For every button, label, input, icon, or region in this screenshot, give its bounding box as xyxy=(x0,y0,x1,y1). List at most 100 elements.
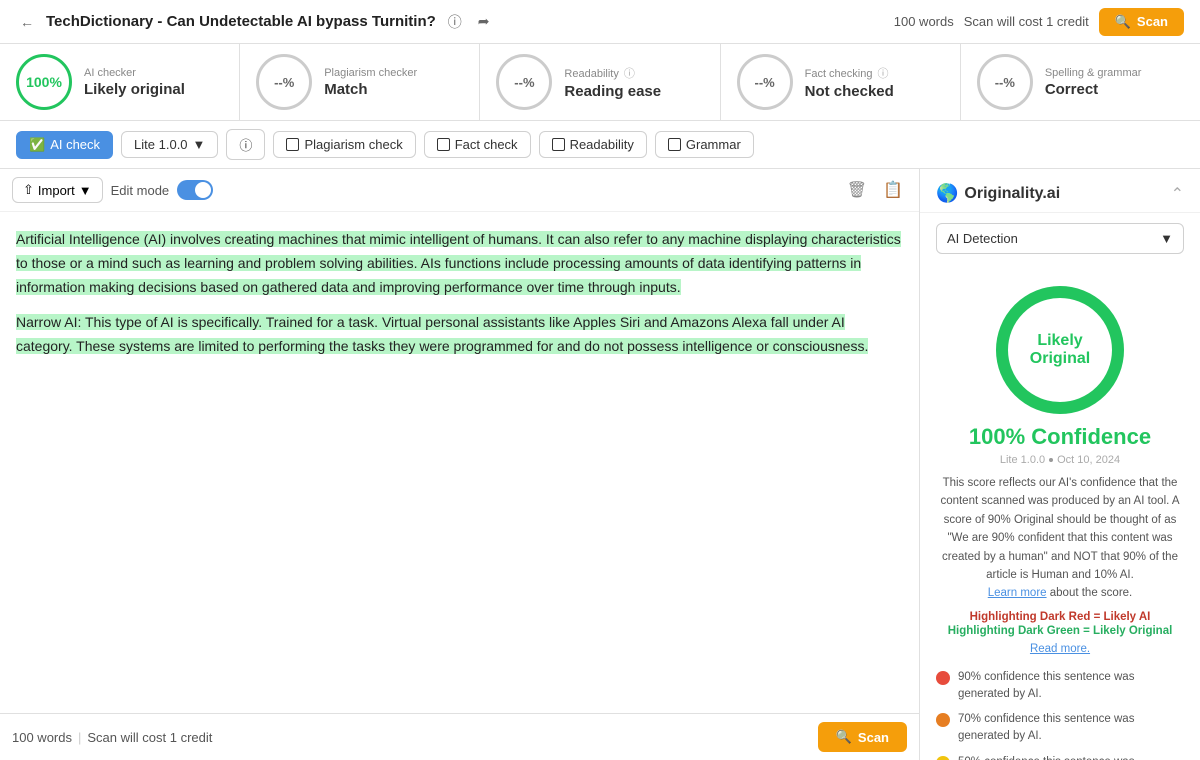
footer-info: 100 words | Scan will cost 1 credit xyxy=(12,730,212,745)
header: ← TechDictionary - Can Undetectable AI b… xyxy=(0,0,1200,44)
right-panel: 🌎 Originality.ai ⌃ AI Detection ▼ Likely… xyxy=(920,169,1200,760)
scan-icon: 🔍 xyxy=(1115,14,1131,30)
grammar-button[interactable]: Grammar xyxy=(655,131,754,158)
header-word-count: 100 words xyxy=(894,14,954,29)
confidence-text: 70% confidence this sentence was generat… xyxy=(958,711,1184,746)
ai-check-icon: ✅ xyxy=(29,137,45,153)
description-text: This score reflects our AI's confidence … xyxy=(920,474,1200,603)
spelling-sublabel: Spelling & grammar xyxy=(1045,67,1142,79)
ai-score-circle: 100% xyxy=(16,54,72,110)
chevron-down-icon: ▼ xyxy=(1160,231,1173,246)
confidence-text: 50% confidence this sentence was generat… xyxy=(958,754,1184,760)
ai-detection-dropdown[interactable]: AI Detection ▼ xyxy=(936,223,1184,254)
editor-toolbar-left: ⇧ Import ▼ Edit mode xyxy=(12,177,213,203)
checkbox-icon xyxy=(668,138,681,151)
ai-check-button[interactable]: ✅ AI check xyxy=(16,131,113,159)
confidence-dot xyxy=(936,713,950,727)
delete-icon[interactable]: 🗑 xyxy=(843,178,871,202)
header-left: ← TechDictionary - Can Undetectable AI b… xyxy=(16,10,494,34)
confidence-dot xyxy=(936,671,950,685)
header-cost-label: Scan will cost 1 credit xyxy=(964,14,1089,29)
confidence-item: 70% confidence this sentence was generat… xyxy=(936,711,1184,746)
readability-info-icon: ⓘ xyxy=(624,68,635,80)
checkbox-icon xyxy=(286,138,299,151)
footer-scan-button[interactable]: 🔍 Scan xyxy=(818,722,907,752)
readability-score-circle: --% xyxy=(496,54,552,110)
back-button[interactable]: ← xyxy=(16,12,38,32)
share-icon[interactable]: ➦ xyxy=(474,10,494,34)
editor-toolbar: ⇧ Import ▼ Edit mode 🗑 📋 xyxy=(0,169,919,212)
highlight-legend: Highlighting Dark Red = Likely AI Highli… xyxy=(920,603,1200,661)
ai-sublabel: AI checker xyxy=(84,67,185,79)
header-scan-button[interactable]: 🔍 Scan xyxy=(1099,8,1184,36)
score-cards-bar: 100% AI checker Likely original --% Plag… xyxy=(0,44,1200,121)
plagiarism-main-label: Match xyxy=(324,81,417,98)
info-button[interactable]: ⓘ xyxy=(226,129,265,160)
legend-orig: Highlighting Dark Green = Likely Origina… xyxy=(936,625,1184,637)
copy-icon[interactable]: 📋 xyxy=(879,178,907,202)
fact-score-circle: --% xyxy=(737,54,793,110)
highlighted-text-1: Artificial Intelligence (AI) involves cr… xyxy=(16,231,901,295)
version-date: Lite 1.0.0 Oct 10, 2024 xyxy=(1000,454,1120,466)
readability-sublabel: Readability ⓘ xyxy=(564,65,661,81)
chevron-down-icon: ▼ xyxy=(79,183,92,198)
confidence-list: 90% confidence this sentence was generat… xyxy=(920,661,1200,760)
score-card-plagiarism: --% Plagiarism checker Match xyxy=(240,44,480,120)
header-right: 100 words Scan will cost 1 credit 🔍 Scan xyxy=(894,8,1184,36)
plagiarism-check-button[interactable]: Plagiarism check xyxy=(273,131,415,158)
brand-icon: 🌎 xyxy=(936,183,958,204)
page-title: TechDictionary - Can Undetectable AI byp… xyxy=(46,13,436,30)
confidence-dot xyxy=(936,756,950,760)
ai-score-labels: AI checker Likely original xyxy=(84,67,185,98)
import-button[interactable]: ⇧ Import ▼ xyxy=(12,177,103,203)
read-more-link[interactable]: Read more. xyxy=(1030,643,1090,655)
score-card-readability: --% Readability ⓘ Reading ease xyxy=(480,44,720,120)
header-icons: ⓘ ➦ xyxy=(444,10,494,34)
readability-button[interactable]: Readability xyxy=(539,131,647,158)
gauge-svg: Likely Original xyxy=(990,280,1130,420)
score-card-ai: 100% AI checker Likely original xyxy=(0,44,240,120)
learn-more-link[interactable]: Learn more xyxy=(988,587,1047,599)
plagiarism-score-labels: Plagiarism checker Match xyxy=(324,67,417,98)
score-card-spelling: --% Spelling & grammar Correct xyxy=(961,44,1200,120)
scan-icon: 🔍 xyxy=(836,729,852,745)
right-panel-header: 🌎 Originality.ai ⌃ xyxy=(920,169,1200,213)
upload-icon: ⇧ xyxy=(23,182,34,198)
score-card-fact: --% Fact checking ⓘ Not checked xyxy=(721,44,961,120)
spelling-score-labels: Spelling & grammar Correct xyxy=(1045,67,1142,98)
confidence-item: 50% confidence this sentence was generat… xyxy=(936,754,1184,760)
fact-check-button[interactable]: Fact check xyxy=(424,131,531,158)
footer-cost-label: Scan will cost 1 credit xyxy=(87,730,212,745)
readability-score-labels: Readability ⓘ Reading ease xyxy=(564,65,661,100)
main-layout: ⇧ Import ▼ Edit mode 🗑 📋 Artificial Inte… xyxy=(0,169,1200,760)
svg-text:Likely: Likely xyxy=(1037,332,1082,349)
fact-main-label: Not checked xyxy=(805,83,894,100)
highlighted-text-2: Narrow AI: This type of AI is specifical… xyxy=(16,314,868,354)
fact-info-icon: ⓘ xyxy=(878,68,889,80)
main-toolbar: ✅ AI check Lite 1.0.0 ▼ ⓘ Plagiarism che… xyxy=(0,121,1200,169)
ai-main-label: Likely original xyxy=(84,81,185,98)
footer-word-count: 100 words xyxy=(12,730,72,745)
editor-toolbar-right: 🗑 📋 xyxy=(843,178,907,202)
dot-separator xyxy=(1049,458,1053,462)
edit-mode-toggle[interactable] xyxy=(177,180,213,200)
brand-label: 🌎 Originality.ai xyxy=(936,183,1060,204)
svg-text:Original: Original xyxy=(1030,350,1090,367)
spelling-score-circle: --% xyxy=(977,54,1033,110)
info-icon[interactable]: ⓘ xyxy=(444,10,466,34)
plagiarism-score-circle: --% xyxy=(256,54,312,110)
fact-sublabel: Fact checking ⓘ xyxy=(805,65,894,81)
readability-main-label: Reading ease xyxy=(564,83,661,100)
gauge-container: Likely Original 100% Confidence Lite 1.0… xyxy=(920,264,1200,474)
fact-score-labels: Fact checking ⓘ Not checked xyxy=(805,65,894,100)
confidence-percent: 100% Confidence xyxy=(969,424,1151,450)
editor-content[interactable]: Artificial Intelligence (AI) involves cr… xyxy=(0,212,919,713)
editor-panel: ⇧ Import ▼ Edit mode 🗑 📋 Artificial Inte… xyxy=(0,169,920,760)
confidence-item: 90% confidence this sentence was generat… xyxy=(936,669,1184,704)
collapse-button[interactable]: ⌃ xyxy=(1171,184,1184,204)
lite-version-button[interactable]: Lite 1.0.0 ▼ xyxy=(121,131,218,158)
plagiarism-sublabel: Plagiarism checker xyxy=(324,67,417,79)
checkbox-icon xyxy=(437,138,450,151)
confidence-text: 90% confidence this sentence was generat… xyxy=(958,669,1184,704)
spelling-main-label: Correct xyxy=(1045,81,1142,98)
